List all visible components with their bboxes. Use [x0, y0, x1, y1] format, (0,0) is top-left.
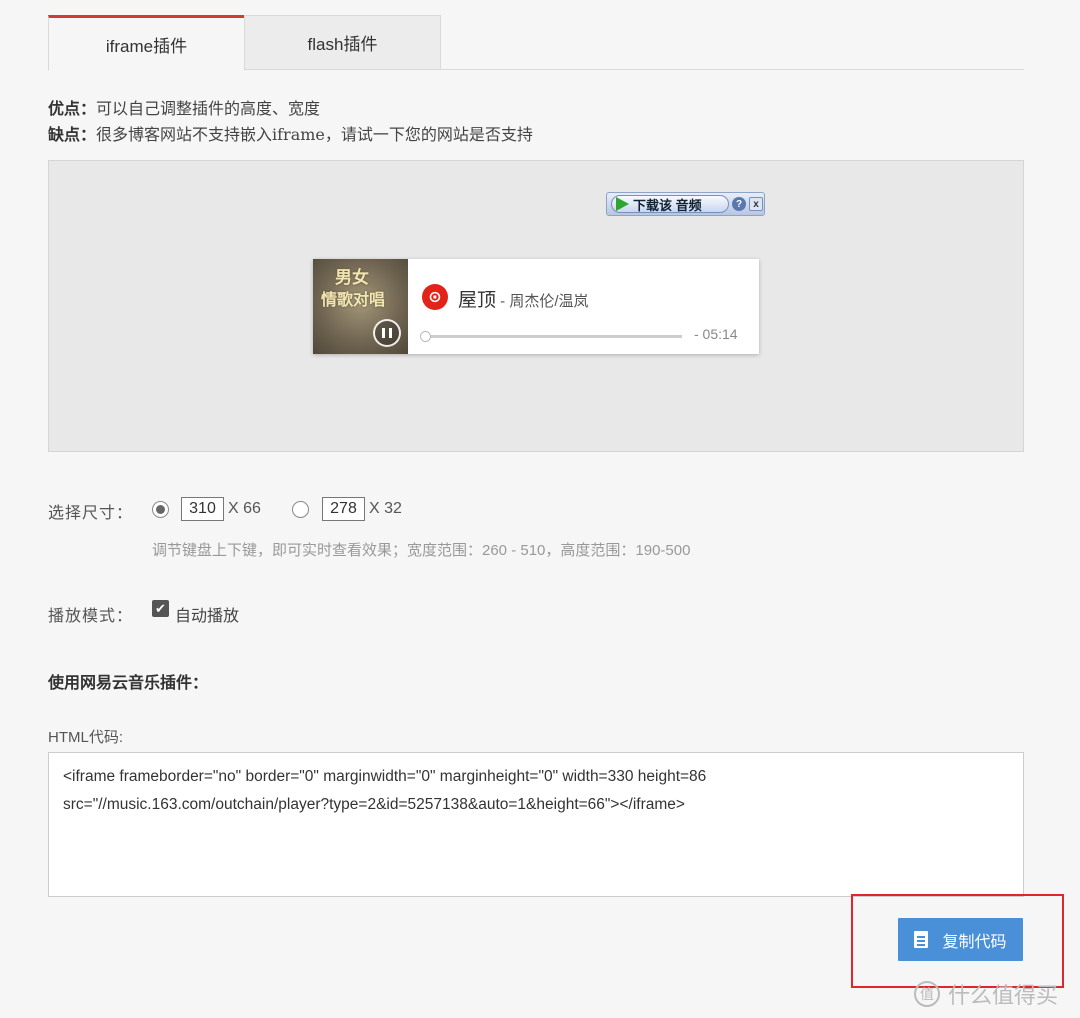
- tab-iframe-label: iframe插件: [105, 36, 188, 56]
- autoplay-label[interactable]: 自动播放: [175, 602, 239, 626]
- album-cover: 男女 情歌对唱: [313, 259, 408, 354]
- cover-artwork-text: 男女 情歌对唱: [321, 267, 385, 311]
- pause-icon-bar-left: [382, 328, 385, 338]
- pros-text: 可以自己调整插件的高度、宽度: [96, 99, 321, 118]
- pros-line: 优点：可以自己调整插件的高度、宽度: [48, 96, 533, 122]
- use-plugin-heading: 使用网易云音乐插件：: [48, 673, 209, 692]
- cons-label: 缺点：: [48, 125, 97, 144]
- size-label: 选择尺寸：: [48, 505, 134, 522]
- song-line: 屋顶 - 周杰伦/温岚: [458, 285, 589, 312]
- download-audio-label: 下载该 音频: [633, 197, 702, 213]
- close-glyph: x: [753, 198, 759, 210]
- cover-text-2: 情歌对唱: [321, 290, 386, 309]
- highlight-box: [851, 894, 1064, 988]
- cons-text: 很多博客网站不支持嵌入iframe，请试一下您的网站是否支持: [96, 125, 533, 144]
- width-input-310[interactable]: 310: [181, 497, 224, 521]
- song-separator: -: [496, 293, 510, 310]
- music-player: 男女 情歌对唱 ⊙ 屋顶 - 周杰伦/温岚 - 05:14: [313, 259, 759, 354]
- html-code-textarea[interactable]: <iframe frameborder="no" border="0" marg…: [48, 752, 1024, 897]
- tab-flash-label: flash插件: [307, 35, 378, 54]
- pause-button[interactable]: [373, 319, 401, 347]
- watermark: 值 什么值得买: [914, 978, 1058, 1010]
- pause-icon-bar-right: [389, 328, 392, 338]
- download-toolbar: 下载该 音频 ? x: [606, 192, 765, 216]
- cover-text-1: 男女: [335, 268, 369, 288]
- watermark-text: 什么值得买: [948, 983, 1059, 1008]
- netease-music-logo-icon: ⊙: [422, 284, 448, 310]
- size-height-66: X 66: [228, 500, 261, 517]
- size-radio-310[interactable]: [152, 501, 169, 518]
- close-icon[interactable]: x: [749, 197, 763, 211]
- pros-label: 优点：: [48, 99, 97, 118]
- song-title: 屋顶: [458, 290, 497, 311]
- play-icon: [616, 197, 629, 211]
- tab-iframe-plugin[interactable]: iframe插件: [48, 15, 245, 71]
- autoplay-checkbox[interactable]: ✔: [152, 600, 169, 617]
- track-info: ⊙ 屋顶 - 周杰伦/温岚 - 05:14: [408, 259, 759, 354]
- help-glyph: ?: [735, 198, 743, 210]
- html-code-label: HTML代码:: [48, 729, 124, 746]
- progress-bar[interactable]: [420, 331, 682, 342]
- help-icon[interactable]: ?: [732, 197, 746, 211]
- pros-cons-text: 优点：可以自己调整插件的高度、宽度 缺点：很多博客网站不支持嵌入iframe，请…: [48, 96, 533, 148]
- watermark-logo-icon: 值: [914, 981, 940, 1007]
- width-input-278[interactable]: 278: [322, 497, 365, 521]
- size-radio-278[interactable]: [292, 501, 309, 518]
- player-preview: 下载该 音频 ? x 男女 情歌对唱 ⊙ 屋顶 - 周杰伦/温岚 - 05:14: [48, 160, 1024, 452]
- size-height-32: X 32: [369, 500, 402, 517]
- progress-knob[interactable]: [420, 331, 431, 342]
- tab-bar: iframe插件 flash插件: [48, 15, 1024, 71]
- track-time: - 05:14: [694, 326, 738, 342]
- tab-flash-plugin[interactable]: flash插件: [244, 15, 441, 70]
- cons-line: 缺点：很多博客网站不支持嵌入iframe，请试一下您的网站是否支持: [48, 122, 533, 148]
- play-mode-label: 播放模式：: [48, 608, 134, 625]
- song-artist: 周杰伦/温岚: [509, 293, 589, 310]
- download-audio-button[interactable]: 下载该 音频: [611, 195, 729, 213]
- size-hint: 调节键盘上下键，即可实时查看效果；宽度范围：260 - 510，高度范围：190…: [152, 542, 691, 559]
